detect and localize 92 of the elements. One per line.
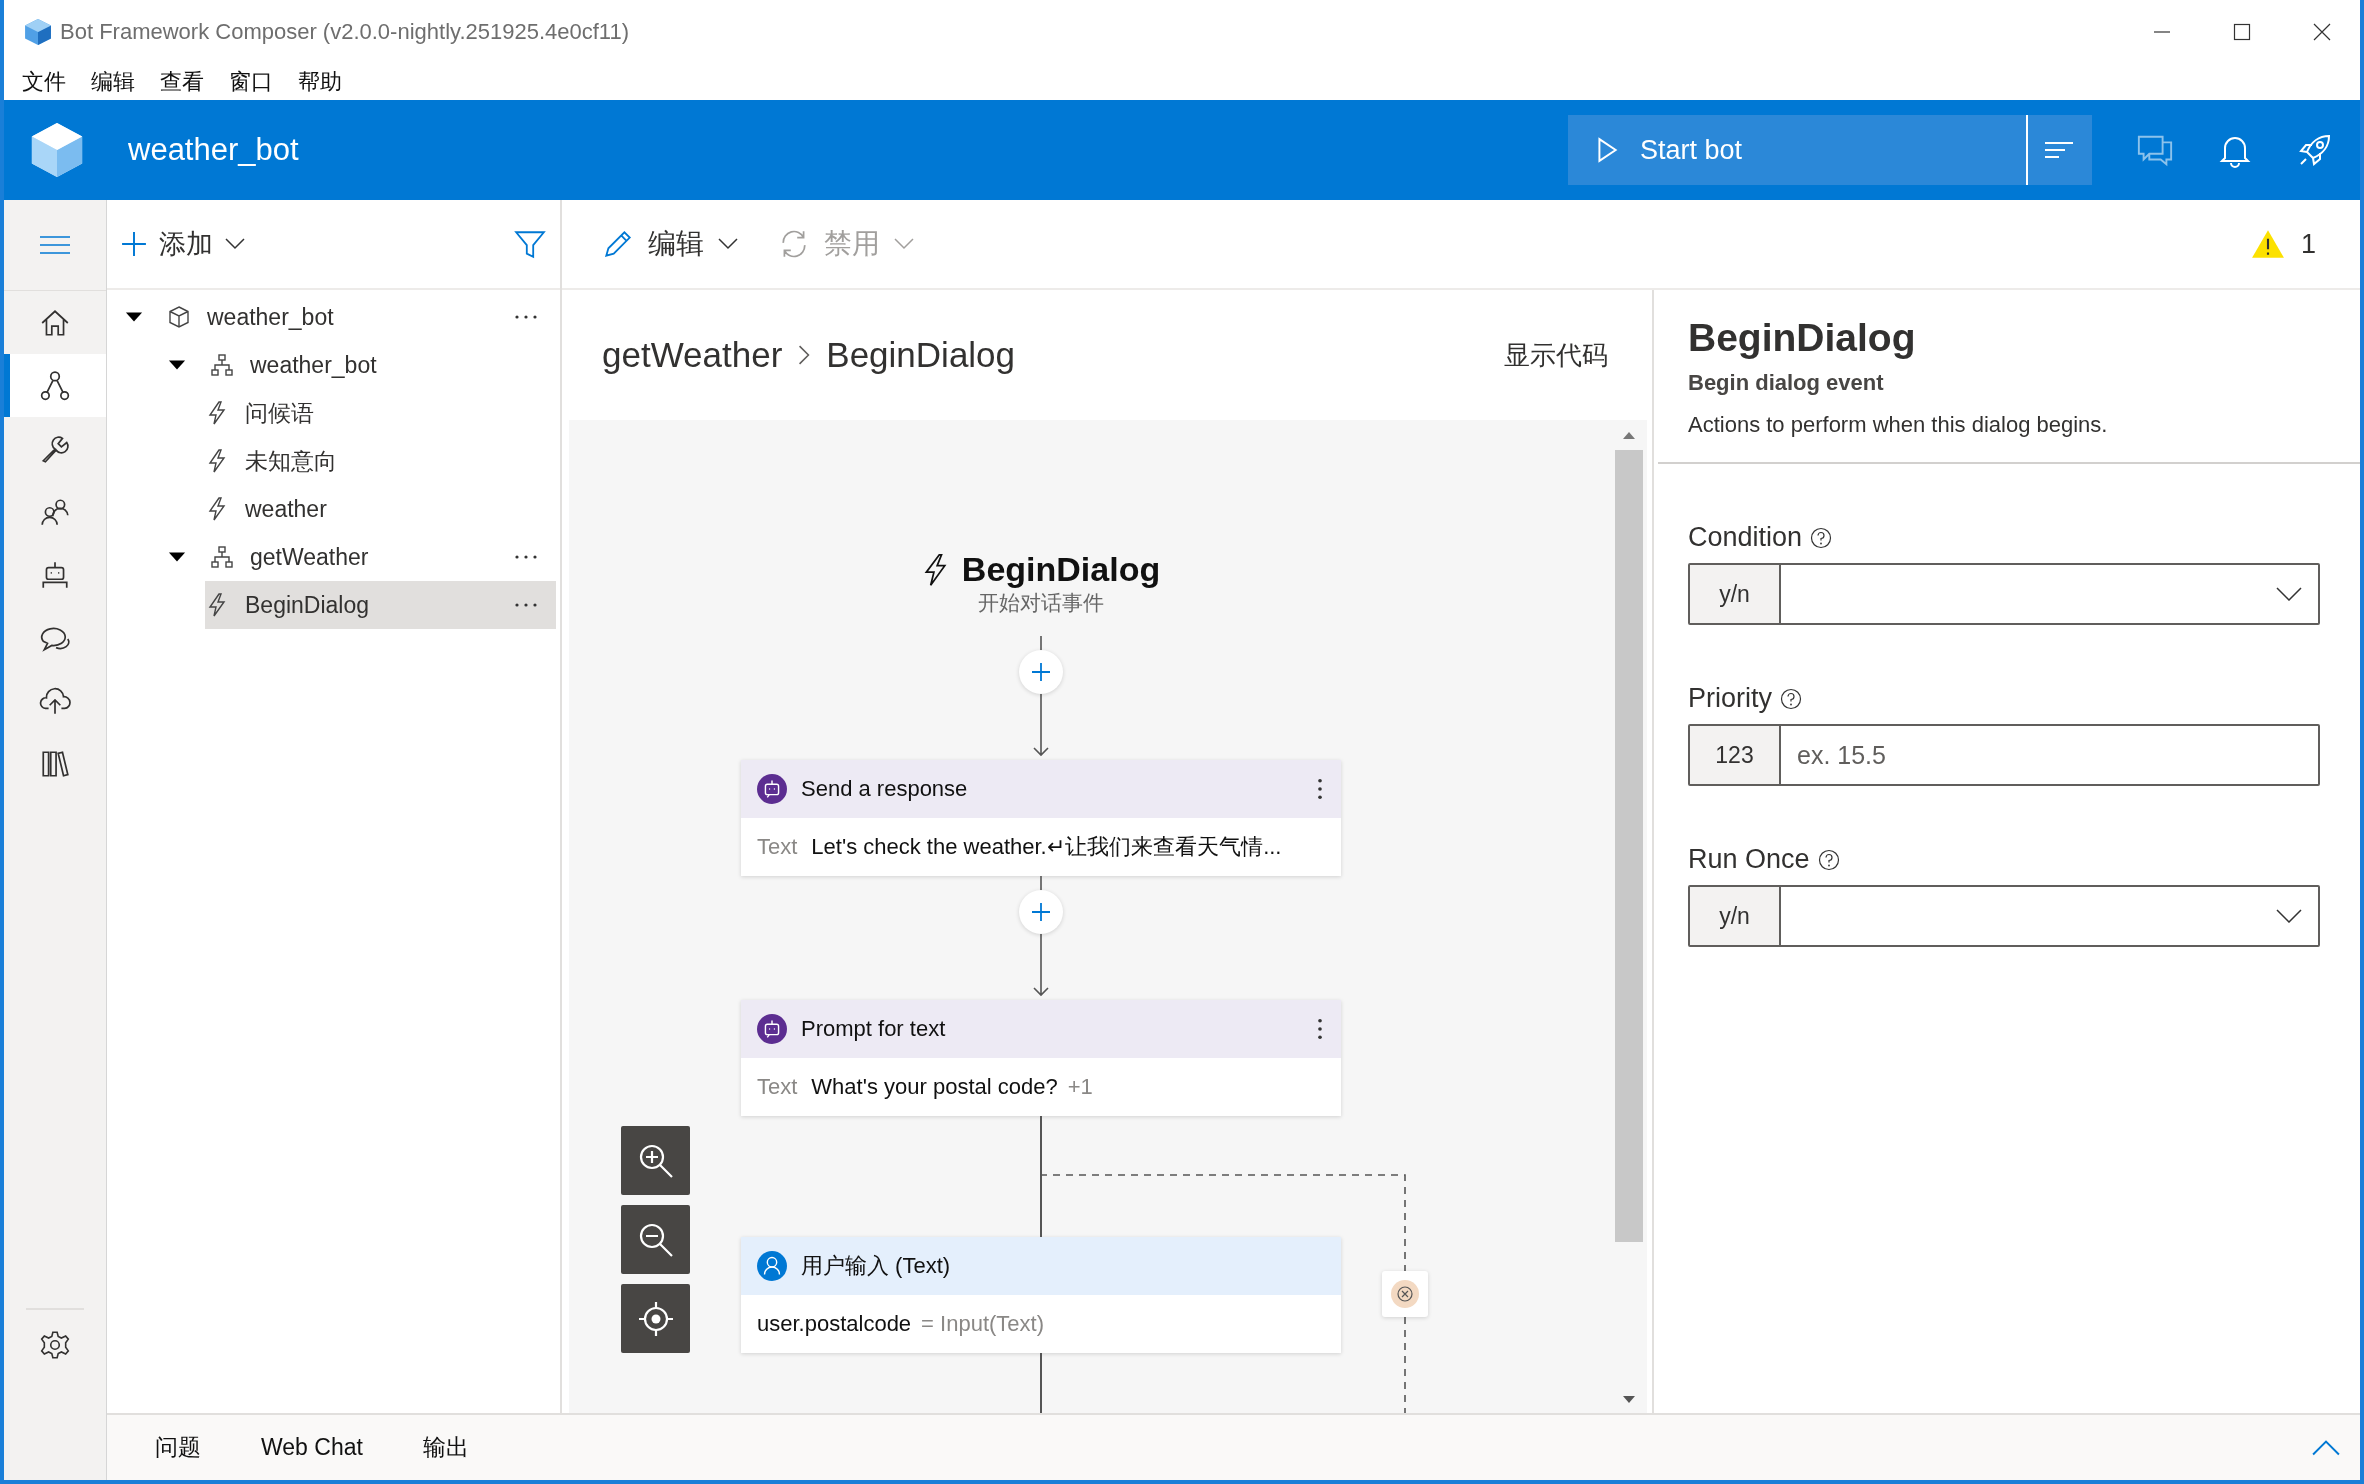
card-title: Prompt for text xyxy=(801,1016,946,1042)
field-label: Condition xyxy=(1688,522,1803,553)
tree-item[interactable]: weather xyxy=(205,485,556,533)
tree-item[interactable]: getWeather xyxy=(162,533,556,581)
panel-tab[interactable]: 问题 xyxy=(155,1432,201,1463)
app-icon xyxy=(24,17,52,46)
project-name: weather_bot xyxy=(128,132,299,168)
hierarchy-icon xyxy=(210,545,234,569)
person-icon xyxy=(757,1251,787,1281)
toolbar-button[interactable]: 编辑 xyxy=(602,225,738,263)
menu-icon[interactable] xyxy=(39,233,71,257)
menu-item[interactable]: 查看 xyxy=(160,66,204,97)
field-label: Priority xyxy=(1688,683,1772,714)
tree-item[interactable]: weather_bot xyxy=(119,293,556,341)
chevron-down-icon xyxy=(718,238,738,250)
help-icon[interactable] xyxy=(1780,687,1802,710)
dropdown-field[interactable]: y/n xyxy=(1688,563,2320,625)
tree-item[interactable]: 未知意向 xyxy=(205,437,556,485)
more-icon[interactable] xyxy=(514,314,538,320)
card-title: Send a response xyxy=(801,776,968,802)
more-icon[interactable] xyxy=(1317,778,1323,800)
filter-icon[interactable] xyxy=(514,228,546,260)
trigger-subtitle: 开始对话事件 xyxy=(978,590,1104,616)
scroll-down-icon[interactable] xyxy=(1622,1395,1636,1405)
menu-item[interactable]: 编辑 xyxy=(91,66,135,97)
card-text: user.postalcode xyxy=(757,1311,912,1337)
pencil-icon xyxy=(602,228,634,260)
chevron-right-icon xyxy=(798,345,811,365)
plus-icon xyxy=(1031,902,1051,922)
options-button[interactable] xyxy=(2026,115,2092,185)
panel-description: Actions to perform when this dialog begins. xyxy=(1688,412,2109,438)
plus-icon xyxy=(121,231,147,257)
zoom-out-button[interactable] xyxy=(621,1205,690,1274)
robot-icon xyxy=(757,1014,787,1044)
trigger-title: BeginDialog xyxy=(961,550,1161,589)
zoom-in-button[interactable] xyxy=(621,1126,690,1195)
error-icon[interactable] xyxy=(1391,1280,1419,1308)
chevron-up-icon[interactable] xyxy=(2312,1439,2340,1456)
chevron-down-icon xyxy=(225,238,245,250)
warnings-button[interactable]: 1 xyxy=(2250,228,2316,260)
plus-icon xyxy=(1031,662,1051,682)
play-icon xyxy=(1596,137,1618,163)
close-icon[interactable] xyxy=(2312,21,2332,42)
card-text: What's your postal code? xyxy=(811,1074,1058,1100)
breadcrumb-item[interactable]: BeginDialog xyxy=(826,335,1016,375)
input-type: = Input(Text) xyxy=(921,1311,1044,1337)
show-code-link[interactable]: 显示代码 xyxy=(1504,337,1608,373)
panel-tab[interactable]: 输出 xyxy=(422,1432,469,1463)
help-icon[interactable] xyxy=(1817,848,1840,871)
add-button[interactable] xyxy=(1019,890,1063,934)
panel-tab[interactable]: Web Chat xyxy=(261,1434,363,1461)
recenter-button[interactable] xyxy=(621,1284,690,1353)
help-icon[interactable] xyxy=(1810,526,1833,549)
chevron-down-icon xyxy=(2276,587,2302,601)
tree-item[interactable]: 问候语 xyxy=(205,389,556,437)
field-label: Run Once xyxy=(1688,844,1810,875)
action-card[interactable]: 用户输入 (Text) user.postalcode = Input(Text) xyxy=(741,1237,1341,1353)
panel-title: BeginDialog xyxy=(1688,316,1917,360)
field-label: Text xyxy=(757,834,798,860)
tree-item[interactable]: BeginDialog xyxy=(205,581,556,629)
chevron-down-icon xyxy=(2276,909,2302,923)
card-text: Let's check the weather.↵让我们来查看天气情... xyxy=(811,833,1282,861)
settings-icon[interactable] xyxy=(39,1329,71,1361)
more-count: +1 xyxy=(1067,1074,1093,1100)
number-input[interactable]: ex. 15.5 xyxy=(1781,726,2318,784)
menu-item[interactable]: 窗口 xyxy=(229,66,273,97)
robot-icon xyxy=(757,774,787,804)
maximize-icon[interactable] xyxy=(2232,21,2252,42)
menu-item[interactable]: 文件 xyxy=(22,66,66,97)
add-button[interactable]: 添加 xyxy=(121,226,245,262)
card-title: 用户输入 (Text) xyxy=(801,1252,951,1280)
action-card[interactable]: Send a response Text Let's check the weather.↵让我们来查看天气情... xyxy=(741,760,1341,876)
more-icon[interactable] xyxy=(514,602,538,608)
more-icon[interactable] xyxy=(514,554,538,560)
window-title: Bot Framework Composer (v2.0.0-nightly.251925.4e0cf11) xyxy=(60,18,629,45)
more-icon[interactable] xyxy=(1317,1018,1323,1040)
scroll-up-icon[interactable] xyxy=(1622,430,1636,440)
tree-item[interactable]: weather_bot xyxy=(162,341,556,389)
chevron-down-icon xyxy=(894,238,914,250)
cube-icon xyxy=(167,305,191,329)
field-label: Text xyxy=(757,1074,798,1100)
add-button[interactable] xyxy=(1019,650,1063,694)
hierarchy-icon xyxy=(210,353,234,377)
start-bot-button[interactable]: Start bot xyxy=(1568,115,2026,185)
breadcrumb-item[interactable]: getWeather xyxy=(602,335,783,375)
number-field[interactable]: 123 ex. 15.5 xyxy=(1688,724,2320,786)
warning-icon xyxy=(2250,229,2285,259)
panel-subtitle: Begin dialog event xyxy=(1688,370,1885,396)
action-card[interactable]: Prompt for text Text What's your postal code? +1 xyxy=(741,1000,1341,1116)
menu-item[interactable]: 帮助 xyxy=(298,66,342,97)
nodes-icon[interactable] xyxy=(39,369,71,402)
dropdown-field[interactable]: y/n xyxy=(1688,885,2320,947)
